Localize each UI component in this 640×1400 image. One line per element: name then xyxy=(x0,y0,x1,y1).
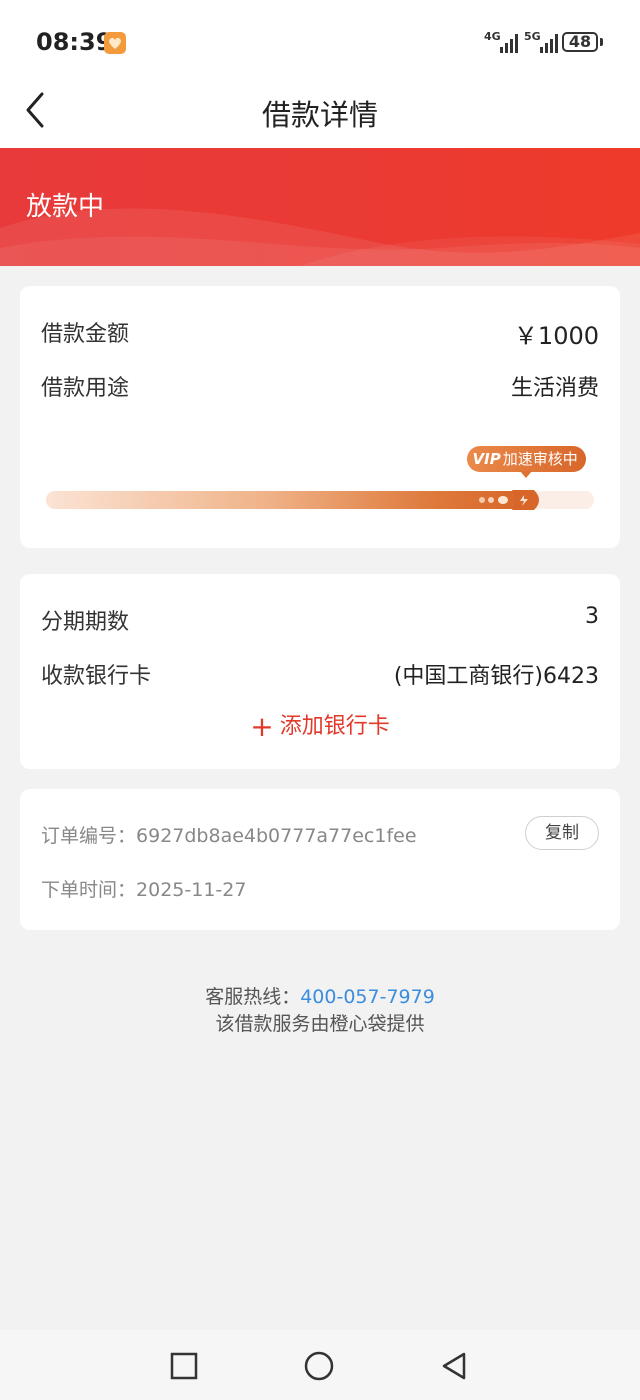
add-bank-card-label: 添加银行卡 xyxy=(279,714,390,739)
status-banner: 放款中 xyxy=(0,148,640,266)
order-number-row: 订单编号：6927db8ae4b0777a77ec1fee xyxy=(41,821,417,848)
order-time-value: 2025-11-27 xyxy=(136,879,247,901)
nav-bar: 借款详情 xyxy=(0,80,640,148)
service-footer: 客服热线：400-057-7979 该借款服务由橙心袋提供 xyxy=(0,984,640,1038)
vip-label: VIP xyxy=(472,450,501,468)
loan-purpose-label: 借款用途 xyxy=(41,376,130,401)
hotline-row: 客服热线：400-057-7979 xyxy=(0,984,640,1011)
status-bar: 08:39 4G 5G 48 xyxy=(0,0,640,80)
vip-badge-text: 加速审核中 xyxy=(502,450,578,468)
installments-value: 3 xyxy=(585,604,599,629)
copy-order-number-button[interactable]: 复制 xyxy=(525,816,599,850)
rocket-icon xyxy=(476,486,546,514)
plus-icon: + xyxy=(250,710,274,743)
circle-icon[interactable] xyxy=(303,1350,335,1382)
order-time-label: 下单时间： xyxy=(41,879,137,901)
system-nav-bar xyxy=(0,1330,640,1400)
loan-info-card: 借款金额 ￥1000 借款用途 生活消费 VIP 加速审核中 xyxy=(20,286,620,548)
review-progress-bar: VIP 加速审核中 xyxy=(46,446,594,516)
order-time-row: 下单时间：2025-11-27 xyxy=(41,875,246,902)
loan-amount-value: ￥1000 xyxy=(513,322,599,350)
receiving-bank-value: (中国工商银行)6423 xyxy=(393,664,599,689)
order-info-card: 订单编号：6927db8ae4b0777a77ec1fee 复制 下单时间：20… xyxy=(20,789,620,930)
loan-purpose-value: 生活消费 xyxy=(510,376,599,401)
vip-review-badge: VIP 加速审核中 xyxy=(466,446,586,478)
hotline-label: 客服热线： xyxy=(205,986,301,1008)
hotline-number-link[interactable]: 400-057-7979 xyxy=(300,986,435,1008)
receiving-bank-label: 收款银行卡 xyxy=(41,664,152,689)
loan-amount-label: 借款金额 xyxy=(41,322,130,347)
progress-fill xyxy=(46,491,526,509)
signal-5g-icon: 5G xyxy=(524,30,560,54)
square-icon[interactable] xyxy=(168,1350,200,1382)
triangle-back-icon[interactable] xyxy=(438,1350,470,1382)
loan-status-text: 放款中 xyxy=(26,192,105,222)
add-bank-card-button[interactable]: + 添加银行卡 xyxy=(20,708,620,743)
installments-label: 分期期数 xyxy=(41,610,130,635)
battery-tip xyxy=(600,38,603,46)
battery-indicator: 48 xyxy=(562,32,598,52)
signal-4g-icon: 4G xyxy=(484,30,520,54)
service-provider-text: 该借款服务由橙心袋提供 xyxy=(215,1013,425,1035)
app-notification-icon xyxy=(104,32,126,54)
page-title: 借款详情 xyxy=(261,98,378,132)
order-number-label: 订单编号： xyxy=(41,825,137,847)
status-time: 08:39 xyxy=(36,28,113,56)
order-number-value: 6927db8ae4b0777a77ec1fee xyxy=(136,825,417,847)
repayment-info-card: 分期期数 3 收款银行卡 (中国工商银行)6423 + 添加银行卡 xyxy=(20,574,620,769)
